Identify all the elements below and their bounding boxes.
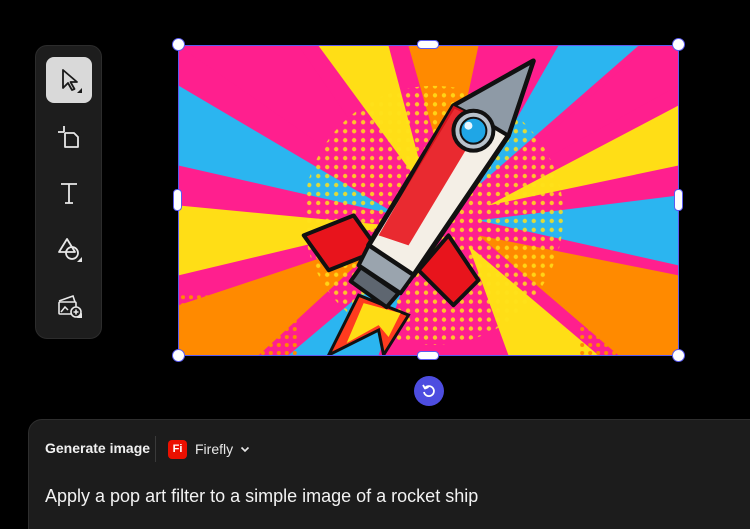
resize-handle-bottom-left[interactable] bbox=[172, 349, 185, 362]
resize-handle-bottom[interactable] bbox=[417, 351, 439, 360]
rocket-image bbox=[179, 46, 678, 355]
add-image-tool-button[interactable] bbox=[46, 282, 92, 328]
prompt-input[interactable]: Apply a pop art filter to a simple image… bbox=[45, 486, 478, 507]
shapes-tool-button[interactable] bbox=[46, 226, 92, 272]
rotate-button[interactable] bbox=[414, 376, 444, 406]
submenu-indicator bbox=[77, 88, 82, 93]
resize-handle-bottom-right[interactable] bbox=[672, 349, 685, 362]
text-tool-icon bbox=[61, 183, 77, 204]
text-tool-button[interactable] bbox=[46, 170, 92, 216]
chevron-down-icon bbox=[241, 446, 250, 453]
select-tool-button[interactable] bbox=[46, 57, 92, 103]
model-selector[interactable]: Fi Firefly bbox=[168, 438, 251, 460]
submenu-indicator bbox=[77, 257, 82, 262]
model-name: Firefly bbox=[195, 441, 234, 457]
divider bbox=[155, 436, 156, 462]
resize-handle-top-right[interactable] bbox=[672, 38, 685, 51]
firefly-logo-icon: Fi bbox=[168, 439, 187, 459]
resize-handle-right[interactable] bbox=[674, 189, 683, 211]
generate-image-label: Generate image bbox=[45, 440, 151, 456]
crop-shape-icon bbox=[58, 126, 79, 148]
selected-image[interactable] bbox=[178, 45, 679, 356]
rotate-icon bbox=[422, 384, 435, 397]
submenu-indicator bbox=[77, 313, 82, 318]
generate-image-panel: Generate image Fi Firefly Apply a pop ar… bbox=[28, 419, 750, 529]
resize-handle-left[interactable] bbox=[173, 189, 182, 211]
resize-handle-top-left[interactable] bbox=[172, 38, 185, 51]
resize-handle-top[interactable] bbox=[417, 40, 439, 49]
crop-tool-button[interactable] bbox=[46, 114, 92, 160]
tool-palette bbox=[35, 45, 102, 339]
